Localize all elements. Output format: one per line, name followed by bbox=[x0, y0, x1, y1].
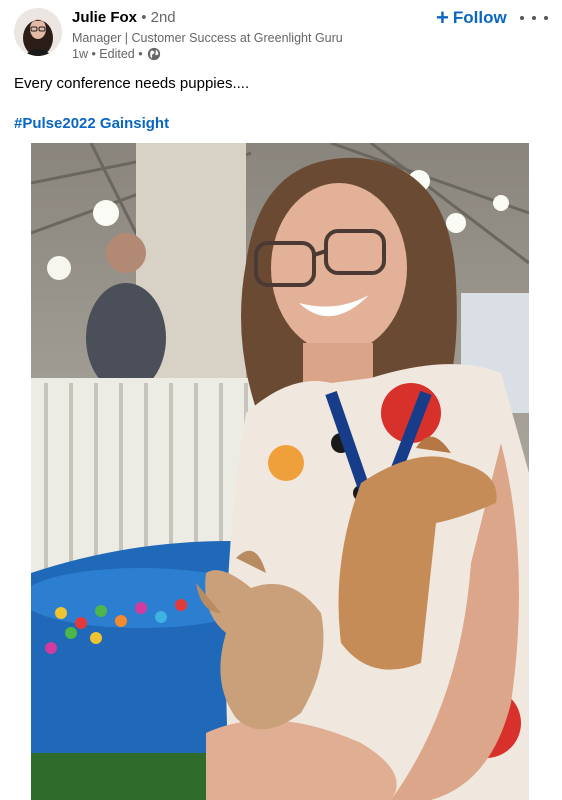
dot-icon bbox=[532, 16, 536, 20]
dot-icon bbox=[544, 16, 548, 20]
author-line: Julie Fox • 2nd bbox=[72, 9, 176, 27]
post-photo-illustration bbox=[31, 143, 529, 800]
connection-degree: • 2nd bbox=[141, 9, 176, 26]
author-name[interactable]: Julie Fox bbox=[72, 9, 137, 26]
hashtag-link[interactable]: #Pulse2022 bbox=[14, 115, 96, 132]
globe-icon bbox=[147, 47, 160, 61]
post-image[interactable] bbox=[31, 143, 529, 800]
follow-button[interactable]: + Follow bbox=[430, 6, 513, 30]
plus-icon: + bbox=[436, 5, 449, 30]
post-meta: 1w • Edited • bbox=[72, 46, 161, 62]
post-timestamp: 1w • Edited • bbox=[72, 47, 143, 61]
author-headline: Manager | Customer Success at Greenlight… bbox=[72, 31, 343, 45]
post-hashtags: #Pulse2022 Gainsight bbox=[14, 114, 169, 134]
post-text: Every conference needs puppies.... bbox=[14, 75, 250, 92]
dot-icon bbox=[520, 16, 524, 20]
author-avatar[interactable] bbox=[14, 8, 62, 56]
hashtag-link[interactable]: Gainsight bbox=[100, 115, 169, 132]
follow-label: Follow bbox=[452, 8, 507, 27]
more-options-button[interactable] bbox=[520, 8, 548, 28]
